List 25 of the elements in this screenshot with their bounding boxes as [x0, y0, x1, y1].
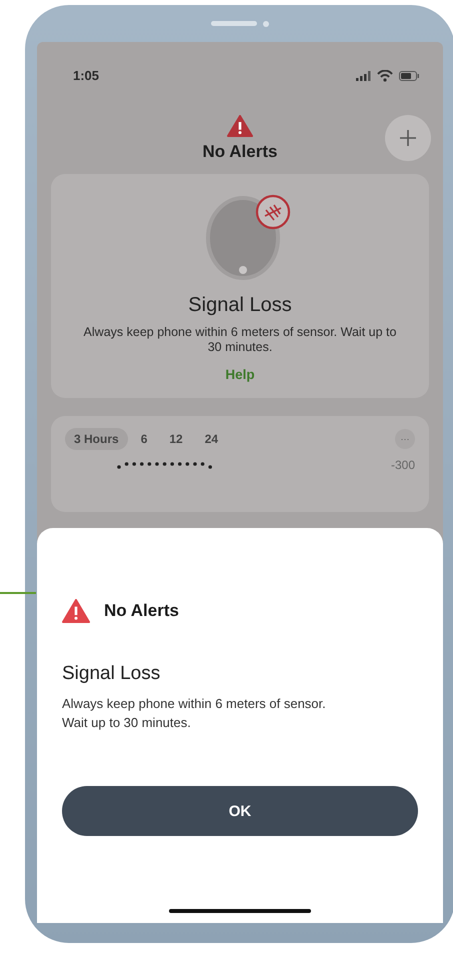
header-title: No Alerts [202, 142, 278, 162]
status-time: 1:05 [73, 68, 100, 83]
wifi-icon [377, 70, 393, 82]
warning-icon [227, 115, 253, 137]
speaker-slot [211, 21, 257, 26]
time-range-tab[interactable]: 3 Hours [65, 428, 128, 450]
alert-title: Signal Loss [188, 294, 292, 317]
more-button[interactable]: ··· [395, 429, 415, 449]
ok-button[interactable]: OK [62, 786, 418, 836]
help-link[interactable]: Help [225, 367, 255, 382]
time-range-tab[interactable]: 6 [132, 428, 156, 450]
sheet-message: Always keep phone within 6 meters of sensor. Wait up to 30 minutes. [62, 695, 327, 732]
sheet-title: Signal Loss [62, 663, 162, 685]
warning-icon [62, 599, 90, 623]
time-range-tab[interactable]: 12 [160, 428, 192, 450]
leader-line [0, 592, 36, 594]
axis-label: -300 [390, 458, 415, 472]
alert-message: Always keep phone within 6 meters of sensor. Wait up to 30 minutes. [82, 325, 398, 355]
plus-icon [400, 130, 416, 146]
add-button[interactable] [385, 115, 431, 161]
signal-icon [356, 70, 371, 80]
battery-icon [399, 70, 419, 80]
sheet-header: No Alerts [104, 601, 179, 621]
time-range-tab[interactable]: 24 [196, 428, 228, 450]
camera-dot [263, 20, 269, 26]
